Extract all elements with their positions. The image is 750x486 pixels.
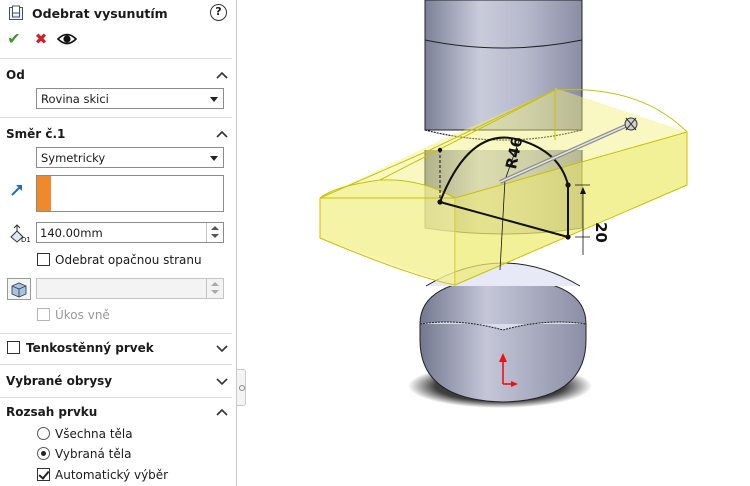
auto-select-label[interactable]: Automatický výběr: [55, 468, 168, 482]
draft-outward-checkbox[interactable]: [37, 308, 50, 321]
all-bodies-radio[interactable]: [37, 427, 50, 440]
ok-button[interactable]: ✔: [4, 29, 24, 49]
selection-flag: [37, 176, 51, 211]
divider: [0, 117, 232, 118]
draft-outward-label[interactable]: Úkos vně: [55, 308, 110, 322]
selected-bodies-label[interactable]: Vybraná těla: [55, 447, 131, 461]
section-header-selected-contours[interactable]: Vybrané obrysy: [6, 374, 112, 388]
graphics-viewport[interactable]: 20 R46: [246, 0, 750, 486]
direction-selection-box[interactable]: [36, 175, 224, 212]
od-combo[interactable]: Rovina skici: [36, 88, 224, 109]
chevron-down-icon[interactable]: [216, 376, 228, 386]
divider: [0, 333, 232, 334]
od-combo-value: Rovina skici: [41, 92, 109, 106]
auto-select-checkbox[interactable]: [37, 468, 50, 481]
end-condition-combo[interactable]: Symetricky: [36, 147, 224, 168]
panel-titlebar: Odebrat vysunutím ?: [0, 0, 237, 28]
section-header-feature-scope[interactable]: Rozsah prvku: [6, 405, 97, 419]
dropdown-arrow-icon: [210, 97, 218, 102]
preview-eye-icon[interactable]: [57, 29, 77, 49]
dropdown-arrow-icon: [210, 156, 218, 161]
reverse-direction-icon[interactable]: [10, 183, 24, 197]
thin-feature-checkbox[interactable]: [7, 341, 20, 354]
depth-input[interactable]: 140.00mm: [36, 222, 224, 243]
cut-preview-body[interactable]: [319, 88, 688, 286]
flip-side-checkbox[interactable]: [37, 253, 50, 266]
chevron-up-icon[interactable]: [216, 407, 228, 417]
selected-bodies-radio[interactable]: [37, 447, 50, 460]
panel-title: Odebrat vysunutím: [32, 6, 168, 21]
divider: [0, 58, 232, 59]
extruded-cut-icon: [9, 5, 23, 20]
draft-angle-input[interactable]: [36, 278, 224, 299]
divider: [0, 364, 232, 365]
cancel-button[interactable]: ✖: [31, 29, 51, 49]
depth-value: 140.00mm: [40, 226, 103, 240]
help-icon[interactable]: ?: [210, 4, 227, 21]
section-header-direction1[interactable]: Směr č.1: [6, 127, 65, 141]
panel-collapse-handle[interactable]: [237, 369, 246, 406]
divider: [0, 397, 232, 398]
dimension-height[interactable]: 20: [592, 222, 610, 243]
depth-icon: D1: [10, 224, 31, 243]
flip-side-label[interactable]: Odebrat opačnou stranu: [55, 253, 202, 267]
section-header-thin-feature[interactable]: Tenkostěnný prvek: [26, 341, 154, 355]
draft-toggle-icon[interactable]: [7, 278, 31, 300]
depth-spinner[interactable]: [206, 223, 223, 242]
end-condition-value: Symetricky: [41, 151, 106, 165]
chevron-up-icon[interactable]: [216, 129, 228, 139]
property-manager: Odebrat vysunutím ? ✔ ✖ 👁 Od Rovina skic…: [0, 0, 237, 486]
chevron-down-icon[interactable]: [216, 343, 228, 353]
chevron-up-icon[interactable]: [216, 70, 228, 80]
svg-text:D1: D1: [21, 236, 31, 243]
draft-spinner[interactable]: [206, 279, 223, 298]
all-bodies-label[interactable]: Všechna těla: [55, 427, 133, 441]
section-header-od[interactable]: Od: [6, 68, 25, 82]
